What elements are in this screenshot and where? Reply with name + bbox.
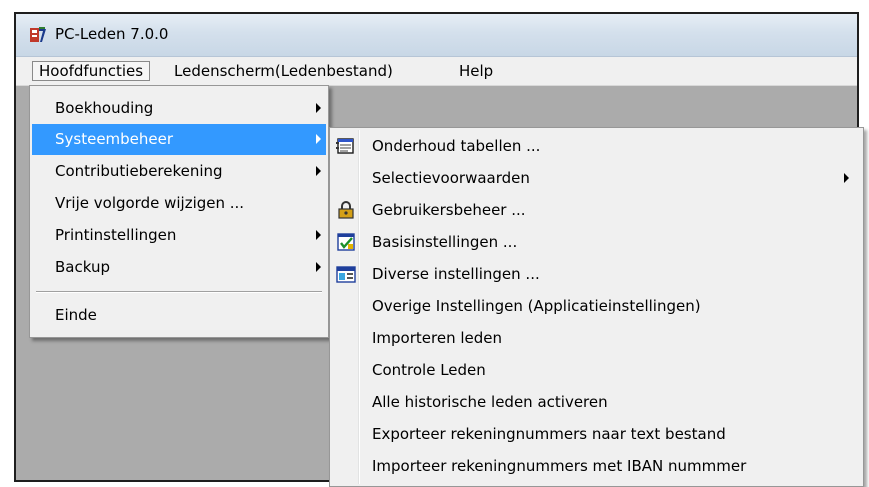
menu-item-contributieberekening[interactable]: Contributieberekening — [32, 156, 326, 187]
title-bar[interactable]: PC-Leden 7.0.0 — [16, 14, 857, 57]
window-title: PC-Leden 7.0.0 — [55, 25, 169, 43]
menu-item-controle-leden[interactable]: Controle Leden — [332, 355, 861, 386]
submenu-arrow-icon — [316, 262, 321, 272]
menu-item-label: Boekhouding — [55, 99, 154, 117]
menu-item-einde[interactable]: Einde — [32, 300, 326, 331]
lock-icon — [338, 201, 354, 219]
menu-hoofdfuncties[interactable]: Hoofdfuncties — [32, 61, 151, 81]
menu-item-label: Vrije volgorde wijzigen ... — [55, 194, 245, 212]
menu-item-diverse-instellingen[interactable]: Diverse instellingen ... — [332, 259, 861, 290]
menu-item-selectievoorwaarden[interactable]: Selectievoorwaarden — [332, 163, 861, 194]
menu-item-importeren-leden[interactable]: Importeren leden — [332, 323, 861, 354]
pc-leden-app-icon — [30, 27, 46, 42]
submenu-arrow-icon — [316, 103, 321, 113]
menu-item-boekhouding[interactable]: Boekhouding — [32, 93, 326, 124]
menu-ledenscherm[interactable]: Ledenscherm(Ledenbestand) — [168, 61, 399, 81]
menu-item-label: Onderhoud tabellen ... — [372, 137, 541, 155]
hoofdfuncties-dropdown: Boekhouding Systeembeheer Contributieber… — [29, 85, 329, 338]
menu-bar: Hoofdfuncties Ledenscherm(Ledenbestand) … — [16, 57, 857, 86]
application-window: PC-Leden 7.0.0 Hoofdfuncties Ledenscherm… — [14, 12, 864, 487]
menu-item-label: Overige Instellingen (Applicatieinstelli… — [372, 297, 701, 315]
menu-item-label: Diverse instellingen ... — [372, 265, 540, 283]
menu-item-label: Contributieberekening — [55, 162, 223, 180]
menu-item-importeer-rekeningnummers[interactable]: Importeer rekeningnummers met IBAN nummm… — [332, 451, 861, 482]
menu-item-label: Gebruikersbeheer ... — [372, 201, 526, 219]
menu-item-label: Basisinstellingen ... — [372, 233, 518, 251]
menu-item-backup[interactable]: Backup — [32, 252, 326, 283]
menu-item-systeembeheer[interactable]: Systeembeheer — [32, 124, 326, 155]
menu-item-historische-leden-activeren[interactable]: Alle historische leden activeren — [332, 387, 861, 418]
menu-item-label: Systeembeheer — [55, 130, 174, 148]
menu-item-basisinstellingen[interactable]: Basisinstellingen ... — [332, 227, 861, 258]
window-settings-icon — [336, 266, 356, 283]
menu-item-label: Importeer rekeningnummers met IBAN nummm… — [372, 457, 747, 475]
submenu-arrow-icon — [844, 173, 849, 183]
menu-item-printinstellingen[interactable]: Printinstellingen — [32, 220, 326, 251]
menu-item-vrije-volgorde[interactable]: Vrije volgorde wijzigen ... — [32, 188, 326, 219]
menu-item-label: Exporteer rekeningnummers naar text best… — [372, 425, 726, 443]
menu-item-label: Einde — [55, 306, 97, 324]
settings-check-icon — [337, 233, 355, 251]
menu-item-label: Controle Leden — [372, 361, 486, 379]
menu-item-label: Selectievoorwaarden — [372, 169, 530, 187]
menu-item-overige-instellingen[interactable]: Overige Instellingen (Applicatieinstelli… — [332, 291, 861, 322]
menu-item-label: Importeren leden — [372, 329, 503, 347]
menu-item-gebruikersbeheer[interactable]: Gebruikersbeheer ... — [332, 195, 861, 226]
table-maintenance-icon — [336, 138, 354, 154]
systeembeheer-submenu: Onderhoud tabellen ... Selectievoorwaard… — [329, 127, 864, 487]
menu-separator — [36, 291, 322, 293]
submenu-arrow-icon — [316, 230, 321, 240]
menu-item-label: Printinstellingen — [55, 226, 177, 244]
submenu-arrow-icon — [316, 134, 321, 144]
menu-item-label: Backup — [55, 258, 110, 276]
submenu-arrow-icon — [316, 166, 321, 176]
menu-item-exporteer-rekeningnummers[interactable]: Exporteer rekeningnummers naar text best… — [332, 419, 861, 450]
menu-item-label: Alle historische leden activeren — [372, 393, 608, 411]
menu-help[interactable]: Help — [453, 61, 499, 81]
menu-item-onderhoud-tabellen[interactable]: Onderhoud tabellen ... — [332, 131, 861, 162]
